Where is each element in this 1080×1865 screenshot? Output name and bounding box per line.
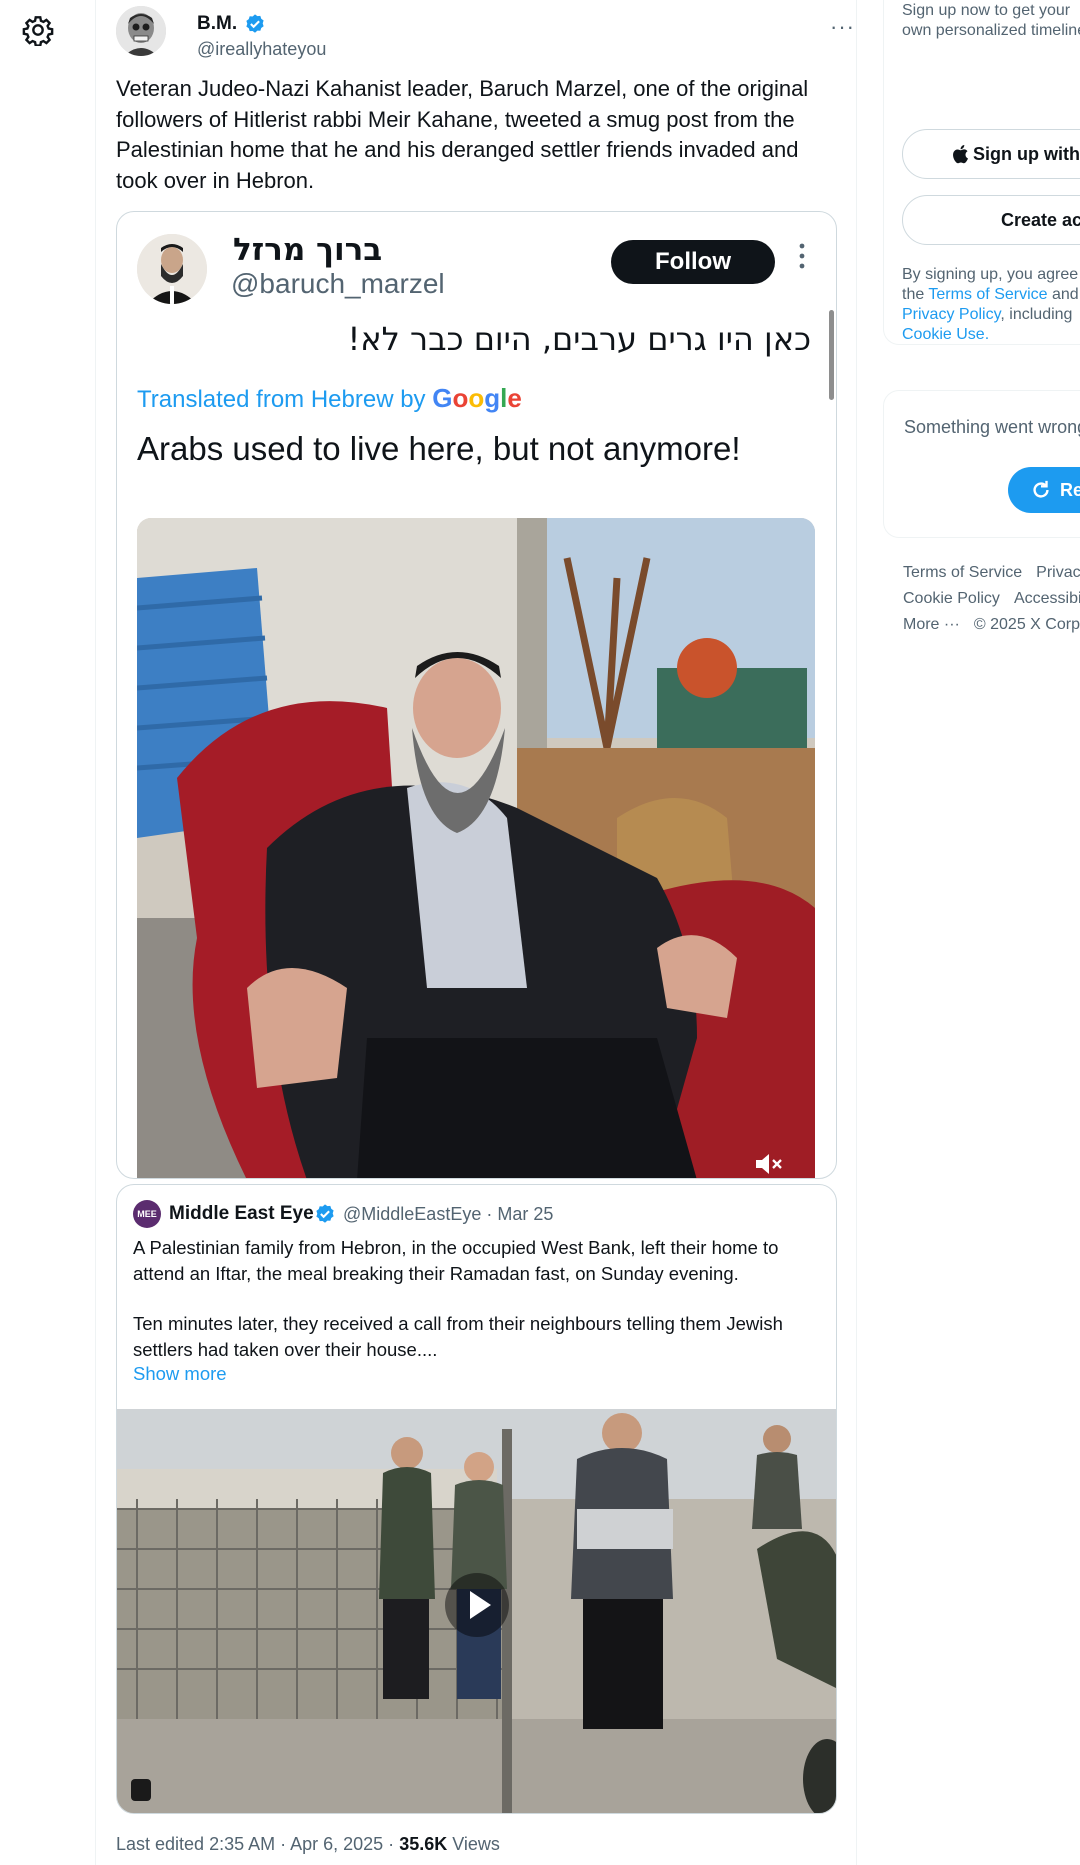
views-count: 35.6K	[399, 1834, 448, 1854]
quote-handle-date[interactable]: @MiddleEastEye · Mar 25	[343, 1204, 553, 1225]
author-name[interactable]: B.M.	[197, 13, 237, 35]
embed-handle: @baruch_marzel	[231, 268, 445, 299]
footer-link[interactable]: Cookie Policy	[903, 590, 1000, 607]
verified-badge-icon	[316, 1204, 334, 1223]
tweet-text: Veteran Judeo-Nazi Kahanist leader, Baru…	[116, 76, 809, 193]
quote-author-name[interactable]: Middle East Eye	[169, 1203, 314, 1225]
signup-blurb: Sign up now to get your own personalized…	[902, 2, 1080, 39]
terms-link[interactable]: Terms of Service	[928, 286, 1047, 303]
hebrew-post-text: כאן היו גרים ערבים, היום כבר לא!	[347, 320, 811, 358]
footer-link[interactable]: Terms of Service	[903, 564, 1022, 581]
google-logo: Google	[432, 383, 522, 413]
error-card: Something went wrong. Try reloading. Ret…	[883, 390, 1080, 538]
signup-card: Sign up now to get your own personalized…	[883, 0, 1080, 345]
gear-icon[interactable]	[22, 14, 54, 46]
quote-text: A Palestinian family from Hebron, in the…	[133, 1235, 823, 1362]
left-nav-rail	[0, 0, 96, 1865]
quote-avatar[interactable]: MEE	[133, 1200, 161, 1228]
create-account-button[interactable]: Create account	[902, 195, 1080, 245]
error-message: Something went wrong. Try reloading.	[904, 417, 1080, 437]
quoted-tweet[interactable]: MEE Middle East Eye @MiddleEastEye · Mar…	[116, 1184, 837, 1814]
embed-avatar	[137, 234, 207, 304]
retry-label: Retry	[1060, 480, 1080, 500]
translated-label: Translated from Hebrew by Google	[137, 383, 522, 414]
tweet-header: B.M. @ireallyhateyou ···	[116, 6, 854, 59]
vertical-dots-icon	[799, 243, 805, 269]
show-more-link[interactable]: Show more	[133, 1363, 227, 1385]
create-account-label: Create account	[1001, 210, 1080, 230]
copyright: © 2025 X Corp.	[973, 616, 1080, 633]
retry-icon	[1033, 480, 1049, 498]
verified-badge-icon	[246, 14, 264, 33]
footer-link[interactable]: Accessibility	[1014, 590, 1080, 607]
terms-suffix: , including	[1000, 306, 1073, 323]
apple-signup-button[interactable]: Sign up with Apple	[902, 129, 1080, 179]
cookie-link[interactable]: Cookie Use.	[902, 326, 989, 343]
embed-photo	[137, 518, 815, 1178]
footer-link[interactable]: More ···	[903, 616, 960, 633]
footer-link[interactable]: Privacy Policy	[1036, 564, 1080, 581]
views-label: Views	[447, 1834, 500, 1854]
footer-links: Terms of Service Privacy Policy Cookie Po…	[903, 560, 1080, 638]
embed-display-name: ברוך מרזל	[233, 232, 383, 268]
play-icon[interactable]	[445, 1573, 509, 1637]
stop-icon[interactable]	[131, 1779, 151, 1801]
embedded-media-card[interactable]: ברוך מרזל @baruch_marzel Follow כאן היו …	[116, 211, 837, 1179]
author-avatar[interactable]	[116, 6, 166, 56]
more-dots-icon[interactable]: ···	[830, 14, 855, 40]
embed-scrollbar	[829, 310, 834, 400]
terms-notice: By signing up, you agree to the Terms of…	[902, 265, 1080, 345]
retry-button[interactable]: Retry	[1008, 467, 1080, 513]
main-column: B.M. @ireallyhateyou ··· Veteran Judeo-N…	[96, 0, 857, 1865]
terms-and: and	[1047, 286, 1079, 303]
translated-prefix: Translated from Hebrew by	[137, 386, 433, 413]
right-sidebar: Sign up now to get your own personalized…	[881, 0, 1080, 1865]
tweet-meta: Last edited 2:35 AM · Apr 6, 2025 · 35.6…	[116, 1834, 500, 1855]
apple-signup-label: Sign up with Apple	[973, 144, 1080, 164]
edited-timestamp[interactable]: Last edited 2:35 AM · Apr 6, 2025 ·	[116, 1834, 399, 1854]
follow-button: Follow	[611, 240, 775, 284]
translation-text: Arabs used to live here, but not anymore…	[137, 430, 741, 467]
apple-icon	[953, 145, 968, 164]
mute-icon[interactable]	[755, 1152, 783, 1176]
quote-paragraph: A Palestinian family from Hebron, in the…	[133, 1237, 779, 1284]
quote-paragraph: Ten minutes later, they received a call …	[133, 1313, 783, 1360]
quote-video[interactable]	[117, 1409, 836, 1813]
author-handle[interactable]: @ireallyhateyou	[197, 39, 326, 60]
privacy-link[interactable]: Privacy Policy	[902, 306, 1000, 323]
